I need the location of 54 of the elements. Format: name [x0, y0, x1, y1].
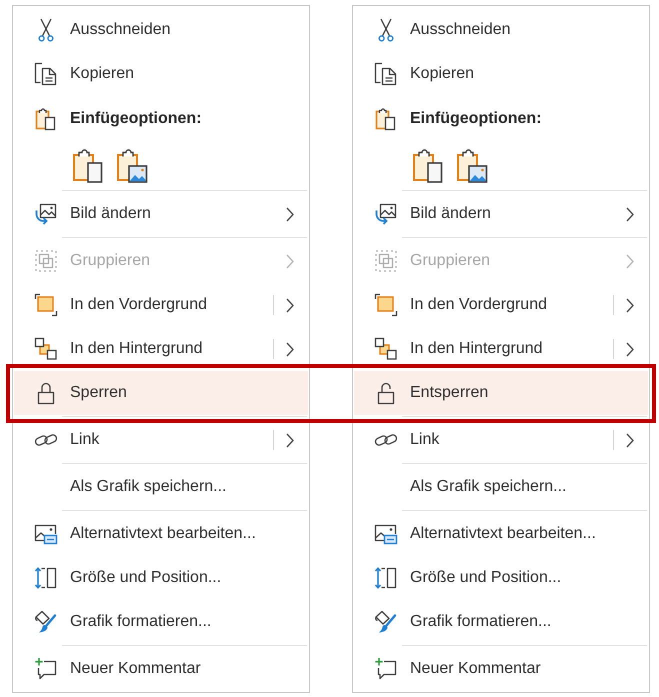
framed-square-icon: [374, 293, 398, 317]
vertical-arrow-rectangle-icon: [34, 566, 58, 590]
paint-bucket-brush-icon: [34, 610, 58, 634]
paint-bucket-brush-icon: [374, 610, 398, 634]
grouped-squares-icon: [374, 249, 398, 273]
menu-item[interactable]: Als Grafik speichern...: [14, 465, 308, 509]
clipboard-picture-icon[interactable]: [456, 148, 488, 183]
two-documents-icon: [34, 62, 58, 86]
menu-item[interactable]: Bild ändern: [14, 192, 308, 236]
menu-item[interactable]: Größe und Position...: [14, 556, 308, 600]
stacked-squares-icon: [34, 337, 58, 361]
menu-item[interactable]: Kopieren: [354, 52, 648, 96]
section-heading: Einfügeoptionen:: [70, 110, 202, 128]
menu-item[interactable]: Alternativtext bearbeiten...: [14, 512, 308, 556]
clipboard-icon: [35, 107, 57, 131]
menu-item[interactable]: Alternativtext bearbeiten...: [354, 512, 648, 556]
menu-item[interactable]: Größe und Position...: [354, 556, 648, 600]
clipboard-document-icon[interactable]: [72, 148, 104, 183]
two-documents-icon: [374, 62, 398, 86]
menu-item[interactable]: Entsperren: [354, 371, 648, 415]
menu-item[interactable]: Grafik formatieren...: [354, 600, 648, 644]
grouped-squares-icon: [34, 249, 58, 273]
menu-item[interactable]: Ausschneiden: [14, 8, 308, 52]
clipboard-icon: [375, 107, 397, 131]
scissors-icon: [378, 18, 394, 42]
picture-caption-icon: [34, 522, 58, 546]
picture-arrow-icon: [34, 202, 58, 226]
menu-item[interactable]: Neuer Kommentar: [354, 647, 648, 691]
menu-item[interactable]: Kopieren: [14, 52, 308, 96]
speech-bubble-plus-icon: [34, 657, 58, 681]
scissors-icon: [38, 18, 54, 42]
menu-item[interactable]: Grafik formatieren...: [14, 600, 308, 644]
menu-item[interactable]: In den Hintergrund: [354, 327, 648, 371]
menu-item[interactable]: Link: [14, 418, 308, 462]
picture-caption-icon: [374, 522, 398, 546]
speech-bubble-plus-icon: [374, 657, 398, 681]
menu-item[interactable]: Bild ändern: [354, 192, 648, 236]
vertical-arrow-rectangle-icon: [374, 566, 398, 590]
menu-item[interactable]: Neuer Kommentar: [14, 647, 308, 691]
section-heading: Einfügeoptionen:: [410, 110, 542, 128]
clipboard-picture-icon[interactable]: [116, 148, 148, 183]
open-padlock-icon: [376, 381, 396, 405]
menu-item[interactable]: In den Vordergrund: [14, 283, 308, 327]
menu-item[interactable]: In den Hintergrund: [14, 327, 308, 371]
picture-arrow-icon: [374, 202, 398, 226]
menu-item[interactable]: Ausschneiden: [354, 8, 648, 52]
menu-item[interactable]: In den Vordergrund: [354, 283, 648, 327]
menu-item[interactable]: Sperren: [14, 371, 308, 415]
framed-square-icon: [34, 293, 58, 317]
stacked-squares-icon: [374, 337, 398, 361]
clipboard-document-icon[interactable]: [412, 148, 444, 183]
padlock-icon: [36, 381, 56, 405]
menu-item[interactable]: Als Grafik speichern...: [354, 465, 648, 509]
menu-item[interactable]: Link: [354, 418, 648, 462]
